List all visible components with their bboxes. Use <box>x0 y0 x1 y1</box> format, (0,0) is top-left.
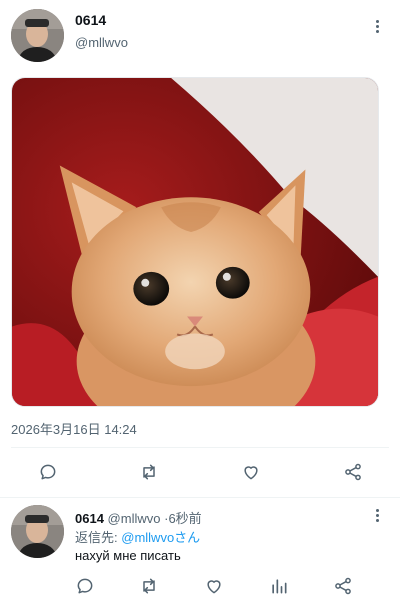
reply-icon[interactable] <box>72 573 98 599</box>
replying-to-mention[interactable]: @mllwvoさん <box>121 530 200 545</box>
reply-text: нахуй мне писать <box>75 548 181 563</box>
author-name[interactable]: 0614 <box>75 12 106 28</box>
reply-icon[interactable] <box>35 459 61 485</box>
reply-header: 0614 @mllwvo ·6秒前 <box>75 508 202 527</box>
replying-to: 返信先: @mllwvoさん <box>75 527 200 546</box>
share-icon[interactable] <box>330 573 356 599</box>
like-icon[interactable] <box>201 573 227 599</box>
reply-action-bar <box>0 573 400 599</box>
replying-to-label: 返信先: <box>75 530 118 545</box>
divider <box>0 497 400 498</box>
more-options-icon[interactable] <box>370 16 384 36</box>
tweet-action-bar <box>0 459 400 487</box>
author-avatar[interactable] <box>11 9 64 62</box>
retweet-icon[interactable] <box>136 573 162 599</box>
retweet-icon[interactable] <box>136 459 162 485</box>
tweet-image[interactable] <box>11 77 379 407</box>
divider <box>11 447 389 448</box>
reply-author-handle[interactable]: @mllwvo <box>108 511 161 526</box>
tweet-timestamp[interactable]: 2026年3月16日 14:24 <box>11 419 137 438</box>
reply-author-avatar[interactable] <box>11 505 64 558</box>
reply-author-name[interactable]: 0614 <box>75 511 104 526</box>
like-icon[interactable] <box>238 459 264 485</box>
more-options-icon[interactable] <box>370 505 384 525</box>
share-icon[interactable] <box>340 459 366 485</box>
author-handle[interactable]: @mllwvo <box>75 35 128 50</box>
reply-time[interactable]: 6秒前 <box>168 511 201 526</box>
views-icon[interactable] <box>266 573 292 599</box>
